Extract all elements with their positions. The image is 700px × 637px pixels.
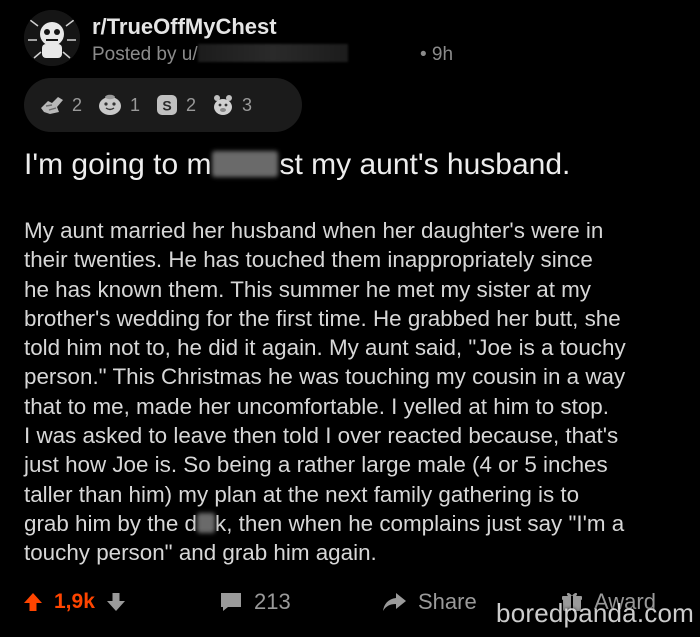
- post-title: I'm going to m st my aunt's husband.: [24, 148, 570, 182]
- post-header: r/TrueOffMyChest Posted by u/ • 9h: [24, 8, 684, 70]
- award-wholesome: 1: [96, 93, 140, 117]
- downvote-arrow-icon[interactable]: [105, 591, 127, 613]
- post-time: • 9h: [420, 44, 454, 65]
- vote-count: 1,9k: [54, 590, 95, 613]
- comments-button[interactable]: 213: [218, 580, 291, 624]
- award-count: 1: [130, 94, 141, 115]
- body-line: I was asked to leave then told I over re…: [24, 423, 619, 449]
- body-line: brother's wedding for the first time. He…: [24, 305, 621, 331]
- subreddit-avatar[interactable]: [24, 10, 80, 66]
- share-arrow-icon: [383, 593, 406, 611]
- comment-icon: [221, 593, 241, 611]
- awards-bar[interactable]: 2 1 S 2 3: [24, 78, 302, 132]
- body-line-start: grab him by the d: [24, 510, 198, 536]
- subreddit-name[interactable]: r/TrueOffMyChest: [92, 14, 277, 40]
- body-line: told him not to, he did it again. My aun…: [24, 335, 626, 361]
- share-label: Share: [418, 589, 477, 614]
- share-button[interactable]: Share: [380, 580, 477, 624]
- redaction-blur: [197, 512, 216, 533]
- subreddit-avatar-icon: [24, 10, 80, 66]
- award-bravo: 3: [210, 93, 252, 117]
- body-line: their twenties. He has touched them inap…: [24, 247, 593, 273]
- upvote-arrow-icon[interactable]: [22, 591, 44, 613]
- redacted-username: [197, 44, 348, 62]
- award-count: 3: [242, 94, 253, 115]
- award-count: 2: [72, 94, 83, 115]
- body-line: My aunt married her husband when her dau…: [24, 218, 604, 243]
- award-helpful: 2: [38, 93, 82, 117]
- body-line: just how Joe is. So being a rather large…: [24, 452, 608, 478]
- post-title-end: st my aunt's husband.: [279, 148, 571, 181]
- body-line-end: k, then when he complains just say "I'm …: [215, 510, 625, 536]
- body-line: touchy person" and grab him again.: [24, 540, 377, 566]
- helpful-award-icon: [41, 97, 63, 114]
- vote-controls: 1,9k: [22, 580, 127, 624]
- body-line: grab him by the d k, then when he complai…: [24, 509, 684, 538]
- post-title-start: I'm going to m: [24, 148, 212, 181]
- post-body: My aunt married her husband when her dau…: [24, 216, 684, 568]
- bravo-award-icon: [214, 95, 233, 115]
- wholesome-award-icon: [99, 94, 122, 115]
- award-silver: S 2: [154, 93, 196, 117]
- svg-text:S: S: [162, 98, 171, 114]
- watermark: boredpanda.com: [496, 598, 694, 628]
- posted-by-label: Posted by u/: [92, 44, 198, 65]
- silver-award-icon: S: [157, 95, 178, 115]
- body-line: he has known them. This summer he met my…: [24, 276, 592, 302]
- posted-by: Posted by u/: [92, 44, 348, 66]
- redaction-blur: [212, 151, 279, 177]
- body-line: that to me, made her uncomfortable. I ye…: [24, 393, 609, 419]
- body-line: taller than him) my plan at the next fam…: [24, 481, 580, 507]
- comment-count: 213: [254, 589, 291, 614]
- award-count: 2: [186, 94, 197, 115]
- body-line: person." This Christmas he was touching …: [24, 364, 626, 390]
